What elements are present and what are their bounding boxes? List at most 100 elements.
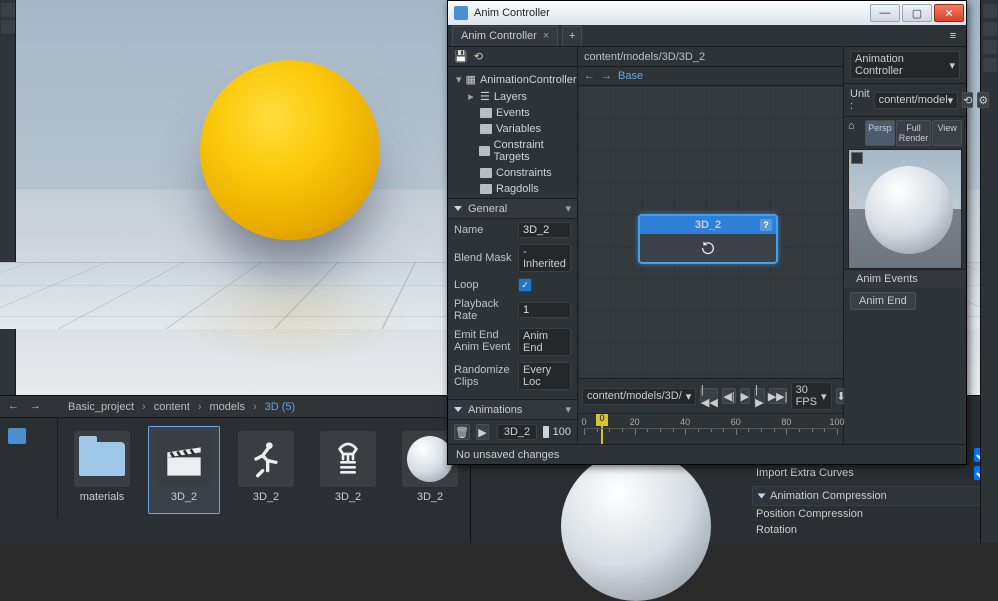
asset-thumb-clip[interactable]: 3D_2 [148, 426, 220, 514]
go-start-button[interactable]: |◀◀ [700, 388, 718, 404]
preview-view-tabs: ⌂ Persp Full Render View [844, 117, 966, 149]
asset-thumb-folder[interactable]: materials [66, 426, 138, 514]
tab-full-render[interactable]: Full Render [896, 120, 932, 146]
back-icon[interactable]: ← [8, 400, 22, 414]
section-header[interactable]: General ▾ [448, 199, 577, 219]
tab-view[interactable]: View [932, 120, 962, 146]
tool-button[interactable] [983, 22, 997, 36]
state-graph[interactable]: 3D_2 ? [578, 86, 843, 378]
dropdown-icon[interactable]: ▾ [565, 202, 571, 215]
graph-header: content/models/3D/3D_2 [578, 47, 843, 67]
refresh-icon[interactable]: ⟲ [474, 50, 483, 63]
prop-blend-mask: Blend Mask - Inherited [448, 241, 577, 275]
general-section: General ▾ Name Blend Mask - Inherited Lo… [448, 198, 577, 399]
menu-icon[interactable]: ≡ [944, 27, 962, 45]
tool-button[interactable] [983, 40, 997, 54]
state-node[interactable]: 3D_2 ? [638, 214, 778, 264]
loop-checkbox[interactable]: ✓ [518, 278, 532, 292]
section-label: General [468, 203, 507, 215]
tree-item-constraints[interactable]: Constraints [448, 165, 577, 181]
folder-icon[interactable] [8, 428, 26, 444]
section-header[interactable]: Anim Events [844, 269, 966, 288]
maximize-button[interactable]: ▢ [902, 4, 932, 22]
play-clip-button[interactable]: ▶ [476, 424, 489, 440]
preview-viewport[interactable] [848, 149, 962, 269]
randomize-combo[interactable]: Every Loc [518, 362, 571, 390]
prop-label: Randomize Clips [454, 364, 512, 388]
section-header[interactable]: Animations ▾ [448, 400, 577, 420]
asset-thumb-anim[interactable]: 3D_2 [230, 426, 302, 514]
expand-icon[interactable]: ▸ [466, 90, 476, 103]
dropdown-icon: ▾ [686, 390, 692, 403]
events-body: Anim End [844, 288, 966, 314]
crumb-models[interactable]: models [209, 401, 244, 413]
controller-icon: ▦ [466, 73, 476, 86]
minimize-button[interactable]: — [870, 4, 900, 22]
tree-item-events[interactable]: Events [448, 105, 577, 121]
tool-button[interactable] [983, 58, 997, 72]
asset-label: 3D_2 [335, 491, 361, 503]
blend-mask-combo[interactable]: - Inherited [518, 244, 571, 272]
slider-knob[interactable] [543, 426, 549, 438]
close-button[interactable]: ✕ [934, 4, 964, 22]
forward-icon[interactable]: → [601, 70, 612, 82]
folder-icon [480, 124, 492, 134]
status-bar: No unsaved changes [448, 444, 966, 464]
tab-anim-controller[interactable]: Anim Controller × [452, 26, 558, 46]
move-icon[interactable] [851, 152, 863, 164]
tree-item-layers[interactable]: ▸☰Layers [448, 88, 577, 105]
weight-value: 100 [549, 426, 571, 438]
step-back-button[interactable]: ◀| [722, 388, 735, 404]
camera-icon[interactable]: ⌂ [848, 120, 864, 146]
name-input[interactable] [518, 222, 571, 238]
close-tab-icon[interactable]: × [543, 30, 549, 42]
gear-icon[interactable]: ⚙ [977, 92, 989, 108]
type-combo[interactable]: Animation Controller▾ [850, 51, 960, 79]
tree-panel: 💾 ⟲ ▾ ▦ AnimationController ▸☰Layers Eve… [448, 47, 578, 444]
unit-combo[interactable]: content/model▾ [874, 92, 959, 109]
asset-label: materials [80, 491, 125, 503]
fps-combo[interactable]: 30 FPS▾ [791, 382, 832, 410]
tool-button[interactable] [983, 4, 997, 18]
yellow-sphere-mesh[interactable] [200, 60, 380, 240]
playhead[interactable]: 0 [596, 414, 608, 426]
section-header[interactable]: Animation Compression [752, 486, 992, 506]
tab-label: Anim Controller [461, 30, 537, 42]
dropdown-icon[interactable]: ▾ [565, 403, 571, 416]
delete-clip-button[interactable]: 🗑 [454, 424, 470, 440]
emit-end-combo[interactable]: Anim End [518, 328, 571, 356]
back-icon[interactable]: ← [584, 70, 595, 82]
tree-label: Constraints [496, 167, 552, 179]
tree-root[interactable]: ▾ ▦ AnimationController [448, 71, 577, 88]
step-fwd-button[interactable]: |▶ [754, 388, 764, 404]
tree-item-ragdolls[interactable]: Ragdolls [448, 181, 577, 197]
anim-event-chip[interactable]: Anim End [850, 292, 916, 310]
timeline-ruler[interactable]: 0 020406080100 [578, 414, 843, 444]
clip-name[interactable]: 3D_2 [497, 424, 537, 440]
tab-persp[interactable]: Persp [865, 120, 895, 146]
tree-item-constraint-targets[interactable]: Constraint Targets [448, 137, 577, 165]
tool-button[interactable] [1, 3, 15, 17]
crumb-current[interactable]: 3D (5) [265, 401, 296, 413]
playhead-value: 0 [596, 413, 608, 423]
window-titlebar[interactable]: Anim Controller — ▢ ✕ [448, 1, 966, 25]
path-combo[interactable]: content/models/3D/▾ [582, 388, 696, 405]
crumb-project[interactable]: Basic_project [68, 401, 134, 413]
loop-icon [700, 240, 716, 256]
tool-button[interactable] [1, 20, 15, 34]
go-end-button[interactable]: ▶▶| [769, 388, 787, 404]
help-icon[interactable]: ? [760, 219, 772, 231]
crumb-content[interactable]: content [154, 401, 190, 413]
play-button[interactable]: ▶ [740, 388, 750, 404]
add-tab-button[interactable]: + [562, 26, 582, 46]
refresh-icon[interactable]: ⟲ [962, 92, 973, 108]
save-icon[interactable]: 💾 [454, 50, 468, 63]
asset-thumb-skeleton[interactable]: 3D_2 [312, 426, 384, 514]
forward-icon[interactable]: → [30, 400, 44, 414]
section-label: Animation Compression [770, 490, 887, 502]
collapse-icon[interactable]: ▾ [456, 73, 462, 86]
preview-sphere[interactable] [561, 451, 711, 601]
tree-item-variables[interactable]: Variables [448, 121, 577, 137]
playback-rate-input[interactable] [518, 302, 571, 318]
layer-link[interactable]: Base [618, 70, 643, 82]
